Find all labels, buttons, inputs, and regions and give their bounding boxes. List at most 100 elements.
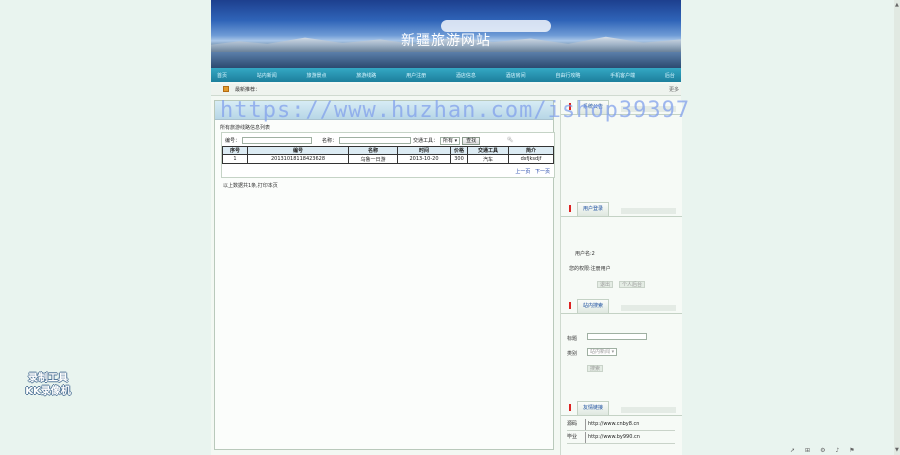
transport-select[interactable]: 所有 ▾ — [440, 136, 461, 145]
link-url[interactable]: http://www.by990.cn — [585, 432, 640, 443]
main-nav: 首页 站内新闻 旅游景点 旅游线路 用户注册 酒店信息 酒店房间 自由行攻略 手… — [211, 68, 681, 82]
cell-index: 1 — [222, 154, 248, 164]
nav-item-routes[interactable]: 旅游线路 — [356, 72, 376, 79]
nav-item-rooms[interactable]: 酒店房间 — [506, 72, 526, 79]
transport-label: 交通工具： — [413, 138, 439, 144]
news-icon — [223, 86, 229, 92]
link-name: 源码 — [567, 421, 578, 427]
url-watermark: https://www.huzhan.com/ishop39397 — [220, 98, 691, 123]
login-title: 用户登录 — [577, 202, 610, 216]
cell-code: 20131018118423628 — [247, 154, 349, 164]
pager: 上一页 下一页 — [512, 168, 550, 175]
username-text: 用户名:2 — [575, 251, 595, 257]
vertical-scrollbar[interactable]: ▲ ▼ — [894, 0, 900, 455]
name-label: 名称： — [322, 138, 338, 144]
link-url[interactable]: http://www.cnby8.cn — [585, 419, 639, 430]
chevron-down-icon: ▾ — [454, 137, 458, 144]
nav-item-home[interactable]: 首页 — [217, 72, 227, 79]
links-box-header: 友情链接 — [561, 401, 682, 416]
site-search-header: 站内搜索 — [561, 299, 682, 314]
route-table: 序号 编号 名称 时间 价格 交通工具 简介 1 201310181184236… — [222, 146, 554, 164]
system-tray: ➚ ⊞ ⚙ ♪ ⚑ — [790, 447, 855, 454]
login-box-header: 用户登录 — [561, 202, 682, 217]
news-bar: 最新推荐： 更多 — [211, 84, 681, 96]
user-backend-button[interactable]: 个人后台 — [619, 281, 646, 288]
site-title: 新疆旅游网站 — [401, 33, 491, 49]
nav-item-hotels[interactable]: 酒店信息 — [456, 72, 476, 79]
tray-network-icon[interactable]: ⊞ — [805, 447, 810, 454]
id-label: 编号： — [225, 138, 241, 144]
nav-item-admin[interactable]: 后台 — [665, 72, 675, 79]
page: 新疆旅游网站 首页 站内新闻 旅游景点 旅游线路 用户注册 酒店信息 酒店房间 … — [211, 0, 682, 455]
site-search-box: 站内搜索 标题 类别 站内新闻 ▾ 搜索 — [561, 299, 682, 372]
route-list-panel: 所有旅游线路信息列表 编号： 名称： 交通工具： 所有 ▾ 查找 序号 编号 名… — [214, 100, 555, 450]
link-name: 毕业 — [567, 434, 578, 440]
col-header-index: 序号 — [222, 146, 248, 155]
flag-icon — [569, 404, 571, 411]
nav-item-mobile[interactable]: 手机客户端 — [610, 72, 635, 79]
mouse-cursor-icon: ↖ — [507, 135, 514, 144]
nav-item-news[interactable]: 站内新闻 — [257, 72, 277, 79]
col-header-code: 编号 — [247, 146, 349, 155]
site-search-title: 站内搜索 — [577, 299, 610, 313]
col-header-intro: 简介 — [508, 146, 554, 155]
flag-icon — [569, 302, 571, 309]
transport-value: 所有 — [443, 137, 454, 144]
scroll-down-icon[interactable]: ▼ — [895, 447, 899, 453]
nav-item-register[interactable]: 用户注册 — [406, 72, 426, 79]
header-bar — [621, 208, 676, 214]
recorder-line-1: 录制工具 — [28, 373, 68, 384]
name-input[interactable] — [339, 137, 412, 144]
search-title-input[interactable] — [587, 333, 647, 340]
tray-volume-icon[interactable]: ♪ — [835, 447, 839, 454]
cell-price: 300 — [450, 154, 468, 164]
tray-flag-icon[interactable]: ⚑ — [849, 447, 854, 454]
table-header-row: 序号 编号 名称 时间 价格 交通工具 简介 — [222, 146, 554, 155]
search-type-label: 类别 — [567, 351, 578, 357]
sidebar: 系统公告 用户登录 用户名:2 您的权限:注册用户 退出 个人后台 站内搜索 标… — [560, 100, 682, 455]
table-row[interactable]: 1 20131018118423628 乌鲁一日游 2013-10-20 300… — [222, 154, 554, 164]
search-type-select[interactable]: 站内新闻 ▾ — [587, 348, 618, 356]
cell-transport: 汽车 — [467, 154, 509, 164]
prev-page-link[interactable]: 上一页 — [515, 169, 530, 175]
role-text: 您的权限:注册用户 — [569, 266, 611, 272]
flag-icon — [569, 205, 571, 212]
cell-name[interactable]: 乌鲁一日游 — [348, 154, 398, 164]
id-input[interactable] — [242, 137, 313, 144]
logout-button[interactable]: 退出 — [597, 281, 614, 288]
nav-item-guides[interactable]: 自由行攻略 — [555, 72, 580, 79]
next-page-link[interactable]: 下一页 — [535, 169, 550, 175]
tray-settings-icon[interactable]: ⚙ — [820, 447, 825, 454]
cell-date: 2013-10-20 — [397, 154, 451, 164]
banner-lake — [211, 52, 681, 68]
nav-item-spots[interactable]: 旅游景点 — [307, 72, 327, 79]
news-label: 最新推荐： — [235, 87, 261, 93]
site-banner: 新疆旅游网站 — [211, 0, 681, 68]
recorder-watermark: 录制工具 KK录像机 — [14, 372, 82, 398]
col-header-transport: 交通工具 — [467, 146, 509, 155]
col-header-name: 名称 — [348, 146, 398, 155]
search-title-label: 标题 — [567, 336, 578, 342]
header-bar — [621, 305, 676, 311]
link-item[interactable]: 源码 http://www.cnby8.cn — [567, 419, 675, 431]
header-bar — [621, 407, 676, 413]
col-header-date: 时间 — [397, 146, 451, 155]
panel-caption: 所有旅游线路信息列表 — [220, 125, 271, 131]
result-summary: 以上数据共1条,打印本页 — [223, 183, 278, 189]
news-more-link[interactable]: 更多 — [669, 86, 679, 93]
links-title: 友情链接 — [577, 401, 610, 415]
site-search-button[interactable]: 搜索 — [587, 365, 604, 372]
link-item[interactable]: 毕业 http://www.by990.cn — [567, 432, 675, 444]
login-box: 用户登录 用户名:2 您的权限:注册用户 退出 个人后台 — [561, 202, 682, 288]
tray-arrow-icon[interactable]: ➚ — [790, 447, 795, 454]
recorder-line-2: KK录像机 — [25, 386, 71, 397]
scroll-up-icon[interactable]: ▲ — [895, 2, 899, 8]
search-button[interactable]: 查找 — [462, 136, 481, 145]
links-box: 友情链接 源码 http://www.cnby8.cn 毕业 http://www.… — [561, 401, 682, 444]
search-bar: 编号： 名称： 交通工具： 所有 ▾ 查找 — [225, 136, 481, 145]
search-and-table: 编号： 名称： 交通工具： 所有 ▾ 查找 序号 编号 名称 时间 价格 交通工… — [221, 132, 555, 178]
cell-intro: dsfjksdjf — [508, 154, 554, 164]
search-type-value: 站内新闻 — [590, 349, 611, 355]
chevron-down-icon: ▾ — [611, 349, 615, 355]
col-header-price: 价格 — [450, 146, 468, 155]
